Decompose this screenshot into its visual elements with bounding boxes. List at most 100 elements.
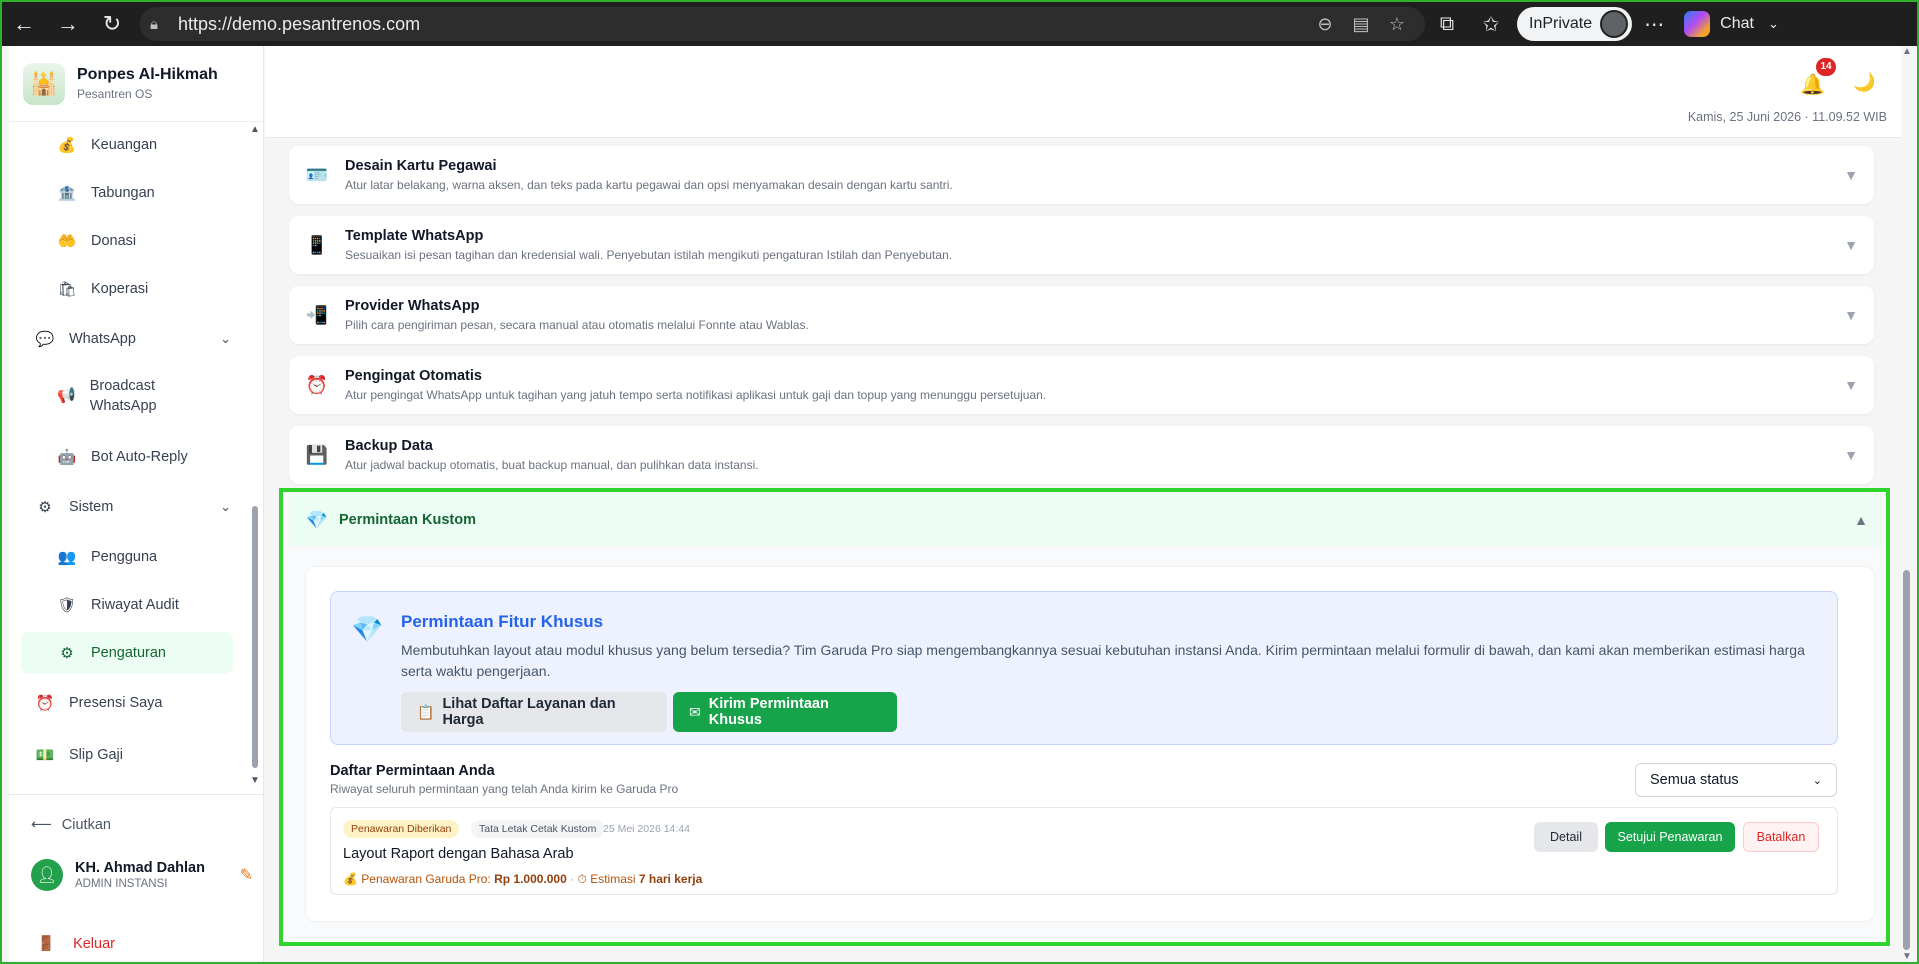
sidebar: 🕌 Ponpes Al-Hikmah Pesantren OS 💰 Keuang… <box>9 46 264 962</box>
sidebar-item-label: Pengaturan <box>91 645 166 661</box>
scroll-thumb[interactable] <box>252 506 258 768</box>
sidebar-item-label: Koperasi <box>91 281 149 297</box>
settings-card-desc: Atur jadwal backup otomatis, buat backup… <box>345 458 759 472</box>
settings-card-pengingat-otomatis[interactable]: ⏰ Pengingat Otomatis Atur pengingat What… <box>289 356 1874 414</box>
sidebar-item-label: Sistem <box>69 499 114 515</box>
settings-panel-permintaan-kustom: 💎 Permintaan Kustom ▲ 💎 Permintaan Fitur… <box>279 488 1890 946</box>
sidebar-item-bot-auto-reply[interactable]: 🤖 Bot Auto-Reply <box>57 448 188 466</box>
panel-header[interactable]: 💎 Permintaan Kustom ▲ <box>289 494 1882 546</box>
envelope-icon: ✉ <box>689 703 701 720</box>
settings-card-title: Backup Data <box>345 438 433 454</box>
expand-arrow-icon[interactable]: ▼ <box>1844 307 1858 323</box>
money-bag-icon: 💰 <box>57 137 77 154</box>
request-list-title: Daftar Permintaan Anda <box>330 763 495 779</box>
user-role: ADMIN INSTANSI <box>75 878 168 890</box>
sidebar-item-label: Donasi <box>91 233 137 249</box>
gem-icon: 💎 <box>305 509 329 530</box>
more-icon[interactable]: ⋯ <box>1632 12 1676 37</box>
expand-arrow-icon[interactable]: ▼ <box>1844 377 1858 393</box>
expand-arrow-icon[interactable]: ▼ <box>1844 447 1858 463</box>
settings-card-provider-whatsapp[interactable]: 📲 Provider WhatsApp Pilih cara pengirima… <box>289 286 1874 344</box>
profile-avatar <box>1600 10 1629 38</box>
send-request-button[interactable]: ✉ Kirim Permintaan Khusus <box>673 692 897 732</box>
scroll-thumb[interactable] <box>1903 570 1910 950</box>
settings-card-title: Provider WhatsApp <box>345 298 480 314</box>
floppy-disk-icon: 💾 <box>305 444 329 465</box>
sidebar-item-koperasi[interactable]: 🛍 Koperasi <box>57 280 148 298</box>
collapse-sidebar-button[interactable]: ⟵ Ciutkan <box>31 817 111 833</box>
shopping-bag-icon: 🛍 <box>57 281 77 298</box>
sidebar-item-label: Broadcast WhatsApp <box>89 378 157 414</box>
copilot-icon <box>1684 11 1711 37</box>
settings-card-desc: Atur latar belakang, warna aksen, dan te… <box>345 178 953 192</box>
scroll-down-icon[interactable]: ▼ <box>249 775 261 786</box>
settings-card-desc: Sesuaikan isi pesan tagihan dan kredensi… <box>345 248 953 262</box>
favorites-icon[interactable]: ✩ <box>1469 12 1513 37</box>
reader-icon[interactable]: ▤ <box>1343 14 1379 35</box>
user-name: KH. Ahmad Dahlan <box>75 860 205 876</box>
view-services-button[interactable]: 📋 Lihat Daftar Layanan dan Harga <box>401 692 667 732</box>
banner-text: Membutuhkan layout atau modul khusus yan… <box>401 642 1805 679</box>
sidebar-item-pengaturan[interactable]: ⚙ Pengaturan <box>21 632 233 674</box>
scroll-down-icon[interactable]: ▼ <box>1902 951 1912 962</box>
offer-value: Rp 1.000.000 <box>494 872 567 886</box>
sidebar-item-slip-gaji[interactable]: 💵 Slip Gaji <box>35 746 123 764</box>
back-icon[interactable]: ← <box>2 4 46 44</box>
pencil-icon[interactable]: ✎ <box>240 865 253 885</box>
scroll-up-icon[interactable]: ▲ <box>249 124 261 135</box>
collapse-arrow-icon[interactable]: ▲ <box>1854 512 1868 528</box>
sidebar-item-broadcast-whatsapp[interactable]: 📢 Broadcast WhatsApp <box>57 376 197 416</box>
copilot-chat-button[interactable]: Chat ⌄ <box>1684 11 1779 37</box>
bank-icon: 🏦 <box>57 185 77 202</box>
brand: 🕌 Ponpes Al-Hikmah Pesantren OS <box>9 46 263 122</box>
avatar: 👤︎ <box>31 859 63 891</box>
money-icon: 💵 <box>35 747 55 764</box>
chevron-down-icon: ⌄ <box>220 331 231 346</box>
moon-icon[interactable]: 🌙 <box>1853 72 1875 93</box>
money-bag-icon: 💰 <box>343 872 358 886</box>
request-list-subtitle: Riwayat seluruh permintaan yang telah An… <box>330 782 679 796</box>
address-bar[interactable]: 🔒︎ https://demo.pesantrenos.com ⊖ ▤ ☆ <box>140 7 1425 41</box>
donation-icon: 🤲 <box>57 233 77 250</box>
sidebar-item-tabungan[interactable]: 🏦 Tabungan <box>57 184 155 202</box>
expand-arrow-icon[interactable]: ▼ <box>1844 237 1858 253</box>
url-text[interactable]: https://demo.pesantrenos.com <box>178 14 1307 35</box>
app-logo: 🕌 <box>23 62 65 105</box>
main-content: 🔔 14 🌙 Kamis, 25 Juni 2026 · 11.09.52 WI… <box>265 46 1901 962</box>
detail-button[interactable]: Detail <box>1534 822 1598 852</box>
sidebar-item-pengguna[interactable]: 👥 Pengguna <box>57 548 157 566</box>
sidebar-item-label: Presensi Saya <box>69 695 163 711</box>
scroll-up-icon[interactable]: ▲ <box>1902 46 1912 57</box>
sidebar-group-sistem[interactable]: ⚙ Sistem ⌄ <box>35 498 231 516</box>
logout-button[interactable]: 🚪 Keluar <box>37 935 115 953</box>
extensions-icon[interactable]: ⧉ <box>1425 13 1469 36</box>
sidebar-group-whatsapp[interactable]: 💬 WhatsApp ⌄ <box>35 330 231 348</box>
zoom-icon[interactable]: ⊖ <box>1307 14 1343 35</box>
favorite-star-icon[interactable]: ☆ <box>1379 14 1415 35</box>
sidebar-scrollbar[interactable]: ▲ ▼ <box>249 122 261 786</box>
forward-icon[interactable]: → <box>46 4 90 44</box>
settings-card-backup-data[interactable]: 💾 Backup Data Atur jadwal backup otomati… <box>289 426 1874 484</box>
request-date: 25 Mei 2026 14:44 <box>603 823 690 835</box>
status-filter-select[interactable]: Semua status ⌄ <box>1635 763 1837 797</box>
sidebar-item-label: Pengguna <box>91 549 158 565</box>
settings-card-desain-kartu-pegawai[interactable]: 🪪 Desain Kartu Pegawai Atur latar belaka… <box>289 146 1874 204</box>
sidebar-item-donasi[interactable]: 🤲 Donasi <box>57 232 136 250</box>
user-profile[interactable]: 👤︎ KH. Ahmad Dahlan ADMIN INSTANSI ✎ <box>31 859 253 891</box>
refresh-icon[interactable]: ↻ <box>90 4 134 44</box>
collapse-label: Ciutkan <box>61 817 111 833</box>
main-scrollbar[interactable]: ▲ ▼ <box>1901 46 1913 962</box>
cancel-request-button[interactable]: Batalkan <box>1743 822 1819 852</box>
bell-icon[interactable]: 🔔 <box>1800 72 1825 97</box>
sidebar-item-presensi-saya[interactable]: ⏰ Presensi Saya <box>35 694 163 712</box>
sidebar-item-riwayat-audit[interactable]: 🛡 Riwayat Audit <box>57 596 178 614</box>
inprivate-badge[interactable]: InPrivate <box>1517 7 1633 41</box>
settings-card-template-whatsapp[interactable]: 📱 Template WhatsApp Sesuaikan isi pesan … <box>289 216 1874 274</box>
sidebar-item-label: WhatsApp <box>69 331 136 347</box>
megaphone-icon: 📢 <box>57 387 76 404</box>
accept-offer-button[interactable]: Setujui Penawaran <box>1605 822 1735 852</box>
sidebar-item-keuangan[interactable]: 💰 Keuangan <box>57 136 157 154</box>
estimate-label: Estimasi <box>590 872 636 886</box>
sidebar-item-label: Slip Gaji <box>69 747 123 763</box>
expand-arrow-icon[interactable]: ▼ <box>1844 167 1858 183</box>
